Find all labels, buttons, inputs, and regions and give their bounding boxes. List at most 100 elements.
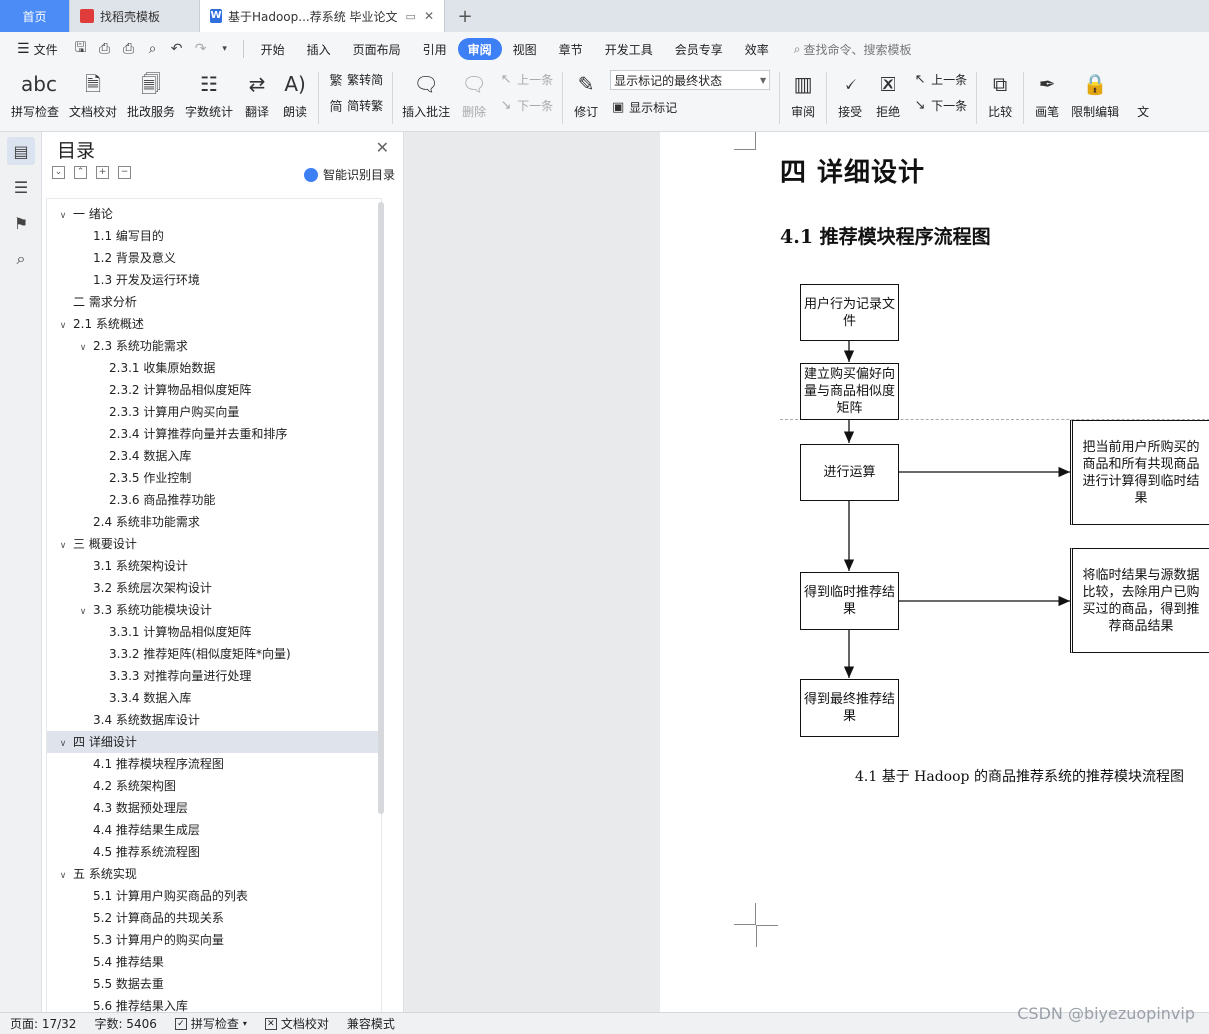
tab-page-layout[interactable]: 页面布局 bbox=[342, 38, 412, 60]
toc-item[interactable]: 3.3.3 对推荐向量进行处理 bbox=[47, 665, 381, 687]
toc-item[interactable]: 2.3.2 计算物品相似度矩阵 bbox=[47, 379, 381, 401]
chevron-down-icon[interactable]: ∨ bbox=[57, 865, 69, 887]
spell-check-toggle[interactable]: ✓ 拼写检查 ▾ bbox=[174, 1015, 247, 1032]
chevron-down-icon[interactable]: ∨ bbox=[77, 337, 89, 359]
chevron-down-icon[interactable]: ∨ bbox=[57, 205, 69, 227]
toc-item[interactable]: 4.4 推荐结果生成层 bbox=[47, 819, 381, 841]
next-revision-button[interactable]: ↘ 下一条 bbox=[912, 96, 967, 114]
revise-button[interactable]: ✎ 修订 bbox=[567, 66, 605, 120]
chevron-down-icon[interactable]: ∨ bbox=[57, 733, 69, 755]
page-indicator[interactable]: 页面: 17/32 bbox=[10, 1015, 76, 1032]
toc-item[interactable]: ∨ 三 概要设计 bbox=[47, 533, 381, 555]
doc-proof-toggle[interactable]: ✕ 文档校对 bbox=[264, 1015, 329, 1032]
toc-item[interactable]: ∨ 2.1 系统概述 bbox=[47, 313, 381, 335]
chevron-down-icon[interactable]: ∨ bbox=[77, 601, 89, 623]
toc-item[interactable]: 5.3 计算用户的购买向量 bbox=[47, 929, 381, 951]
toc-item[interactable]: ∨ 五 系统实现 bbox=[47, 863, 381, 885]
delete-comment-button[interactable]: 🗨 删除 bbox=[455, 66, 493, 120]
collapse-icon[interactable]: ⌄ bbox=[52, 166, 65, 179]
toc-item[interactable]: ∨ 四 详细设计 bbox=[47, 731, 381, 753]
toc-item[interactable]: 4.1 推荐模块程序流程图 bbox=[47, 753, 381, 775]
toc-item[interactable]: 2.3.6 商品推荐功能 bbox=[47, 489, 381, 511]
toc-item[interactable]: 5.2 计算商品的共现关系 bbox=[47, 907, 381, 929]
new-tab-button[interactable]: + bbox=[445, 0, 485, 32]
toc-item[interactable]: 2.3.5 作业控制 bbox=[47, 467, 381, 489]
search-icon[interactable]: ⌕ bbox=[7, 245, 35, 273]
close-icon[interactable]: ✕ bbox=[424, 9, 434, 23]
toc-item[interactable]: 3.4 系统数据库设计 bbox=[47, 709, 381, 731]
command-search[interactable]: ⌕ 查找命令、搜索模板 bbox=[780, 38, 923, 60]
print-icon[interactable]: ⎙ bbox=[117, 38, 141, 60]
prev-comment-button[interactable]: ↖ 上一条 bbox=[498, 70, 553, 88]
word-count-button[interactable]: ☷ 字数统计 bbox=[180, 66, 238, 120]
toc-item[interactable]: 3.3.4 数据入库 bbox=[47, 687, 381, 709]
insert-comment-button[interactable]: 🗨 插入批注 bbox=[397, 66, 455, 120]
expand-icon[interactable]: ⌃ bbox=[74, 166, 87, 179]
toc-item[interactable]: 3.1 系统架构设计 bbox=[47, 555, 381, 577]
toc-item[interactable]: 4.2 系统架构图 bbox=[47, 775, 381, 797]
plus-icon[interactable]: + bbox=[96, 166, 109, 179]
translate-button[interactable]: ⇄ 翻译 bbox=[238, 66, 276, 120]
toc-item[interactable]: 3.3.1 计算物品相似度矩阵 bbox=[47, 621, 381, 643]
markup-state-select[interactable]: 显示标记的最终状态 ▼ bbox=[610, 70, 771, 90]
toc-item[interactable]: ∨ 2.3 系统功能需求 bbox=[47, 335, 381, 357]
toc-item[interactable]: 1.1 编写目的 bbox=[47, 225, 381, 247]
tab-insert[interactable]: 插入 bbox=[296, 38, 342, 60]
chevron-down-icon[interactable]: ▾ bbox=[213, 38, 237, 60]
toc-item[interactable]: 5.4 推荐结果 bbox=[47, 951, 381, 973]
undo-icon[interactable]: ↶ bbox=[165, 38, 189, 60]
reject-button[interactable]: 🗷 拒绝 bbox=[869, 66, 907, 120]
toc-item[interactable]: ∨ 3.3 系统功能模块设计 bbox=[47, 599, 381, 621]
toc-item[interactable]: 4.5 推荐系统流程图 bbox=[47, 841, 381, 863]
toc-item[interactable]: 1.3 开发及运行环境 bbox=[47, 269, 381, 291]
toc-item[interactable]: ∨ 一 绪论 bbox=[47, 203, 381, 225]
show-markup-button[interactable]: ▣ 显示标记 bbox=[610, 98, 770, 116]
toc-item[interactable]: 5.6 推荐结果入库 bbox=[47, 995, 381, 1012]
toc-item[interactable]: 2.3.4 计算推荐向量并去重和排序 bbox=[47, 423, 381, 445]
bookmark-icon[interactable]: ⚑ bbox=[7, 209, 35, 237]
save-icon[interactable]: 🖫 bbox=[69, 38, 93, 60]
tab-developer[interactable]: 开发工具 bbox=[594, 38, 664, 60]
toc-item[interactable]: 2.3.4 数据入库 bbox=[47, 445, 381, 467]
toc-item[interactable]: 5.1 计算用户购买商品的列表 bbox=[47, 885, 381, 907]
toc-item[interactable]: 4.3 数据预处理层 bbox=[47, 797, 381, 819]
batch-service-button[interactable]: 🗐 批改服务 bbox=[122, 66, 180, 120]
chevron-down-icon[interactable]: ∨ bbox=[57, 315, 69, 337]
toc-item[interactable]: 2.3.1 收集原始数据 bbox=[47, 357, 381, 379]
toc-item[interactable]: 二 需求分析 bbox=[47, 291, 381, 313]
next-comment-button[interactable]: ↘ 下一条 bbox=[498, 96, 553, 114]
tab-efficiency[interactable]: 效率 bbox=[734, 38, 780, 60]
toc-icon[interactable]: ▤ bbox=[7, 137, 35, 165]
monitor-icon[interactable]: ▭ bbox=[406, 10, 416, 23]
prev-revision-button[interactable]: ↖ 上一条 bbox=[912, 70, 967, 88]
review-pane-button[interactable]: ▥ 审阅 bbox=[784, 66, 822, 120]
toc-item[interactable]: 1.2 背景及意义 bbox=[47, 247, 381, 269]
smart-toc-button[interactable]: 智能识别目录 bbox=[303, 166, 395, 183]
tab-view[interactable]: 视图 bbox=[502, 38, 548, 60]
tab-document[interactable]: W 基于Hadoop...荐系统 毕业论文 ▭ ✕ bbox=[200, 0, 445, 32]
doc-proof-button[interactable]: 🗎 文档校对 bbox=[64, 66, 122, 120]
tab-review[interactable]: 审阅 bbox=[457, 38, 502, 60]
accept-button[interactable]: 🗸 接受 bbox=[831, 66, 869, 120]
spell-check-button[interactable]: abc 拼写检查 bbox=[6, 66, 64, 120]
pen-button[interactable]: ✒ 画笔 bbox=[1028, 66, 1066, 120]
export-pdf-icon[interactable]: ⎙ bbox=[93, 38, 117, 60]
scrollbar[interactable] bbox=[378, 202, 384, 814]
outline-icon[interactable]: ☰ bbox=[7, 173, 35, 201]
to-simplified-button[interactable]: 简简转繁 bbox=[328, 96, 384, 115]
compare-button[interactable]: ⧉ 比较 bbox=[981, 66, 1019, 120]
toc-item[interactable]: 2.3.3 计算用户购买向量 bbox=[47, 401, 381, 423]
word-count-indicator[interactable]: 字数: 5406 bbox=[94, 1015, 156, 1032]
tab-references[interactable]: 引用 bbox=[412, 38, 458, 60]
restrict-edit-button[interactable]: 🔒 限制编辑 bbox=[1066, 66, 1124, 120]
tab-section[interactable]: 章节 bbox=[548, 38, 594, 60]
tab-start[interactable]: 开始 bbox=[250, 38, 296, 60]
to-traditional-button[interactable]: 繁繁转简 bbox=[328, 70, 384, 89]
chevron-down-icon[interactable]: ∨ bbox=[57, 535, 69, 557]
doc-rights-button[interactable]: 文 bbox=[1124, 66, 1162, 120]
redo-icon[interactable]: ↷ bbox=[189, 38, 213, 60]
minus-icon[interactable]: − bbox=[118, 166, 131, 179]
toc-item[interactable]: 3.2 系统层次架构设计 bbox=[47, 577, 381, 599]
file-menu-button[interactable]: ☰ 文件 bbox=[6, 38, 69, 60]
toc-item[interactable]: 5.5 数据去重 bbox=[47, 973, 381, 995]
